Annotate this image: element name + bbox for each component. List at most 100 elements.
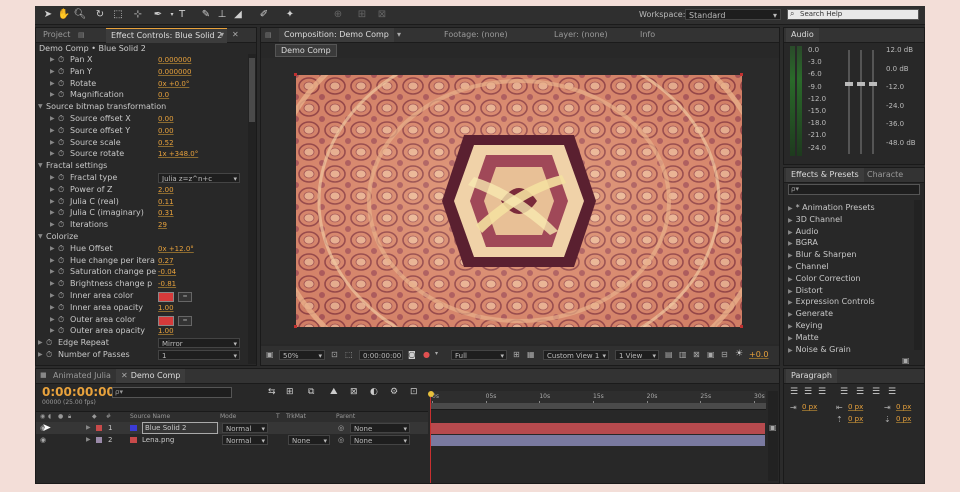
flowchart-icon[interactable]: ⊟ [721, 350, 728, 359]
video-switch-icon[interactable]: ◉ [40, 434, 46, 446]
expand-triangle-icon[interactable]: ▶ [50, 290, 55, 302]
expand-triangle-icon[interactable]: ▶ [50, 78, 55, 90]
justify-last-right-icon[interactable]: ☰ [872, 387, 880, 397]
type-tool-icon[interactable]: T [175, 8, 189, 22]
expand-triangle-icon[interactable]: ▶ [50, 89, 55, 101]
resolution-dropdown[interactable]: Full ▾ [451, 350, 507, 360]
effect-property-row[interactable]: ▶ ⏱ Magnification 0.0 [36, 89, 248, 101]
new-folder-icon[interactable]: ▣ [902, 356, 910, 365]
expand-triangle-icon[interactable]: ▶ [50, 66, 55, 78]
indent-left-value[interactable]: 0 px [802, 403, 817, 411]
expand-triangle-icon[interactable]: ▶ [50, 172, 55, 184]
exposure-value[interactable]: +0.0 [749, 350, 768, 359]
show-channel-icon[interactable]: ● [423, 350, 430, 359]
effect-property-value[interactable]: -0.81 [158, 278, 176, 290]
expand-triangle-icon[interactable]: ▶ [86, 422, 91, 434]
pickwhip-icon[interactable]: ◎ [338, 434, 344, 446]
align-left-icon[interactable]: ☰ [790, 387, 798, 397]
indent-right-value[interactable]: 0 px [848, 403, 863, 411]
color-swatch[interactable] [158, 292, 174, 302]
justify-last-center-icon[interactable]: ☰ [856, 387, 864, 397]
effect-property-row[interactable]: ▶ ⏱ Brightness change p -0.81 [36, 278, 248, 290]
effect-property-row[interactable]: ▶ ⏱ Source offset Y 0.00 [36, 125, 248, 137]
effects-category-item[interactable]: ▶ 3D Channel [788, 214, 842, 226]
stopwatch-icon[interactable]: ⏱ [58, 219, 64, 231]
expand-triangle-icon[interactable]: ▶ [788, 299, 793, 306]
effect-property-row[interactable]: ▶ ⏱ Hue Offset 0x +12.0° [36, 243, 248, 255]
expand-triangle-icon[interactable]: ▶ [788, 288, 793, 295]
expand-triangle-icon[interactable]: ▶ [788, 347, 793, 354]
layer-label-color[interactable] [96, 437, 102, 443]
expand-triangle-icon[interactable]: ▶ [50, 125, 55, 137]
space-after-value[interactable]: 0 px [896, 415, 911, 423]
frame-blending-icon[interactable]: ⊠ [350, 387, 358, 397]
first-line-value[interactable]: 0 px [896, 403, 911, 411]
workspace-dropdown[interactable]: Standard ▾ [685, 9, 781, 20]
effect-property-dropdown[interactable]: 1 ▾ [158, 350, 240, 360]
effect-property-row[interactable]: ▶ ⏱ Inner area opacity 1.00 [36, 302, 248, 314]
stopwatch-icon[interactable]: ⏱ [58, 89, 64, 101]
effect-property-value[interactable]: 0.00 [158, 125, 174, 137]
comp-breadcrumb[interactable]: Demo Comp [275, 44, 337, 57]
stopwatch-icon[interactable]: ⏱ [58, 314, 64, 326]
effect-property-value[interactable]: 0.31 [158, 207, 174, 219]
effect-property-row[interactable]: ▶ ⏱ Source scale 0.52 [36, 137, 248, 149]
effect-property-row[interactable]: ▼ Colorize [36, 231, 248, 243]
stopwatch-icon[interactable]: ⏱ [46, 337, 52, 349]
stopwatch-icon[interactable]: ⏱ [58, 243, 64, 255]
expand-triangle-icon[interactable]: ▶ [86, 434, 91, 446]
camera-snapshot-icon[interactable]: ◙ [408, 350, 416, 359]
tab-paragraph[interactable]: Paragraph [786, 369, 837, 383]
expand-triangle-icon[interactable]: ▶ [50, 207, 55, 219]
zoom-tool-icon[interactable]: 🔍︎ [73, 8, 87, 22]
expand-triangle-icon[interactable]: ▶ [788, 229, 793, 236]
eyedropper-icon[interactable]: ━ [178, 315, 192, 326]
selection-tool-icon[interactable]: ➤ [41, 8, 55, 22]
effects-category-item[interactable]: ▶ Generate [788, 308, 833, 320]
align-center-icon[interactable]: ☰ [804, 387, 812, 397]
expand-triangle-icon[interactable]: ▶ [38, 349, 43, 361]
source-name-header[interactable]: Source Name [130, 412, 170, 422]
channel-dropdown-icon[interactable]: ▾ [435, 350, 438, 357]
hand-tool-icon[interactable]: ✋ [57, 8, 71, 22]
effect-property-value[interactable]: 1x +348.0° [158, 148, 198, 160]
stopwatch-icon[interactable]: ⏱ [58, 66, 64, 78]
stopwatch-icon[interactable]: ⏱ [58, 325, 64, 337]
expand-triangle-icon[interactable]: ▶ [38, 337, 43, 349]
effect-property-row[interactable]: ▶ ⏱ Outer area color ━ [36, 314, 248, 326]
comp-viewer[interactable] [261, 58, 779, 344]
tab-footage[interactable]: Footage: (none) [439, 28, 513, 42]
justify-last-left-icon[interactable]: ☰ [840, 387, 848, 397]
view-dropdown[interactable]: Custom View 1 ▾ [543, 350, 609, 360]
table-row[interactable]: ◉ ▶ 2 Lena.png Normal ▾ None ▾ ◎ None ▾ [36, 434, 428, 446]
fast-preview-icon[interactable]: ⊠ [693, 350, 700, 359]
layer-mode-dropdown[interactable]: Normal ▾ [222, 423, 268, 433]
expand-triangle-icon[interactable]: ▶ [50, 137, 55, 149]
stopwatch-icon[interactable]: ⏱ [58, 172, 64, 184]
effects-category-item[interactable]: ▶ Distort [788, 285, 823, 297]
effects-category-item[interactable]: ▶ Channel [788, 261, 828, 273]
pan-behind-tool-icon[interactable]: ⊹ [131, 8, 145, 22]
layer-parent-dropdown[interactable]: None ▾ [350, 423, 410, 433]
effect-property-row[interactable]: ▶ ⏱ Iterations 29 [36, 219, 248, 231]
expand-triangle-icon[interactable]: ▶ [50, 255, 55, 267]
volume-slider-right[interactable] [857, 50, 865, 154]
volume-slider-left[interactable] [845, 50, 853, 154]
effect-property-value[interactable]: 0.52 [158, 137, 174, 149]
effect-property-row[interactable]: ▶ ⏱ Number of Passes 1 ▾ [36, 349, 248, 361]
effect-property-row[interactable]: ▶ ⏱ Edge Repeat Mirror ▾ [36, 337, 248, 349]
timeline-timecode[interactable]: 0:00:00:00 [42, 385, 115, 399]
tab-menu-icon[interactable]: ▾ [397, 30, 401, 39]
expand-triangle-icon[interactable]: ▼ [38, 231, 43, 243]
stopwatch-icon[interactable]: ⏱ [58, 184, 64, 196]
brush-tool-icon[interactable]: ✎ [199, 8, 213, 22]
effect-property-value[interactable]: 1.00 [158, 302, 174, 314]
effect-property-dropdown[interactable]: Mirror ▾ [158, 338, 240, 349]
layer-bar-blue-solid[interactable] [431, 423, 765, 434]
effects-category-item[interactable]: ▶ Expression Controls [788, 296, 875, 308]
expand-triangle-icon[interactable]: ▶ [788, 276, 793, 283]
motion-blur-icon[interactable]: ◐ [370, 387, 378, 397]
always-preview-icon[interactable]: ▣ [266, 350, 274, 359]
toggle-pixel-icon[interactable]: ▤ [665, 350, 673, 359]
tab-effects-presets[interactable]: Effects & Presets [786, 168, 864, 182]
